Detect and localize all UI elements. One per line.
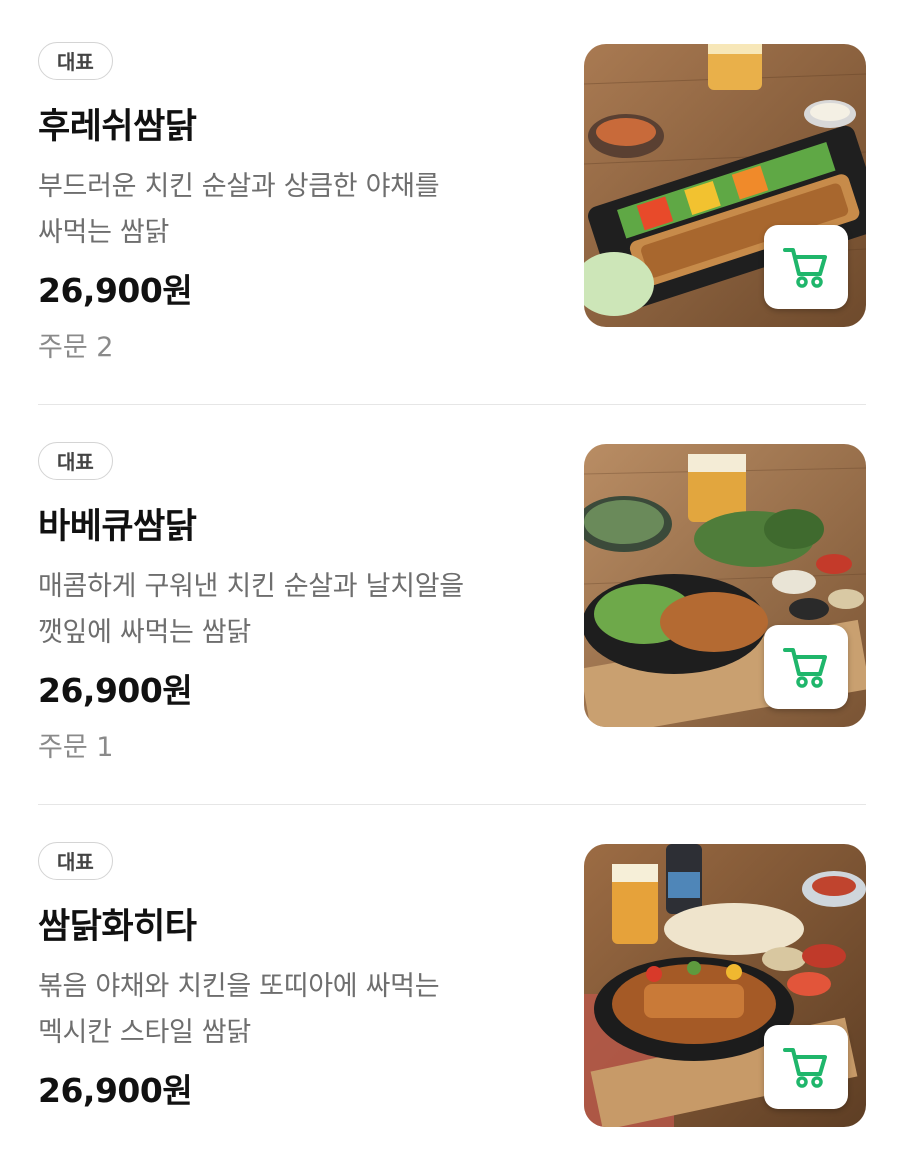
description-line: 매콤하게 구워낸 치킨 순살과 날치알을 [38,571,464,602]
menu-item-photo[interactable] [584,44,866,327]
menu-item[interactable]: 대표 쌈닭화히타 볶음 야채와 치킨을 또띠아에 싸먹는 멕시칸 스타일 쌈닭 … [38,842,866,1142]
add-to-cart-button[interactable] [764,1025,848,1109]
description-line: 멕시칸 스타일 쌈닭 [38,1017,251,1048]
cart-icon [783,648,827,688]
menu-item[interactable]: 대표 후레쉬쌈닭 부드러운 치킨 순살과 상큼한 야채를 싸먹는 쌈닭 26,9… [38,42,866,363]
description-line: 부드러운 치킨 순살과 상큼한 야채를 [38,171,440,202]
cart-icon [783,1048,827,1088]
menu-item-name: 바베큐쌈닭 [38,507,197,547]
menu-item-description: 매콤하게 구워낸 치킨 순살과 날치알을 깻잎에 싸먹는 쌈닭 [38,564,558,656]
signature-badge: 대표 [38,842,113,880]
divider [38,804,866,805]
menu-item-photo[interactable] [584,444,866,727]
order-count: 주문 1 [38,732,114,763]
menu-item-price: 26,900원 [38,271,193,310]
signature-badge: 대표 [38,442,113,480]
description-line: 볶음 야채와 치킨을 또띠아에 싸먹는 [38,971,440,1002]
menu-item[interactable]: 대표 바베큐쌈닭 매콤하게 구워낸 치킨 순살과 날치알을 깻잎에 싸먹는 쌈닭… [38,442,866,763]
description-line: 싸먹는 쌈닭 [38,217,169,248]
divider [38,404,866,405]
menu-item-photo[interactable] [584,844,866,1127]
add-to-cart-button[interactable] [764,625,848,709]
menu-list: 대표 후레쉬쌈닭 부드러운 치킨 순살과 상큼한 야채를 싸먹는 쌈닭 26,9… [0,0,900,1152]
description-line: 깻잎에 싸먹는 쌈닭 [38,617,251,648]
menu-item-price: 26,900원 [38,671,193,710]
menu-item-name: 쌈닭화히타 [38,907,197,947]
menu-item-description: 볶음 야채와 치킨을 또띠아에 싸먹는 멕시칸 스타일 쌈닭 [38,964,558,1056]
menu-item-price: 26,900원 [38,1071,193,1110]
menu-item-description: 부드러운 치킨 순살과 상큼한 야채를 싸먹는 쌈닭 [38,164,558,256]
add-to-cart-button[interactable] [764,225,848,309]
signature-badge: 대표 [38,42,113,80]
menu-item-name: 후레쉬쌈닭 [38,107,197,147]
order-count: 주문 2 [38,332,114,363]
cart-icon [783,248,827,288]
